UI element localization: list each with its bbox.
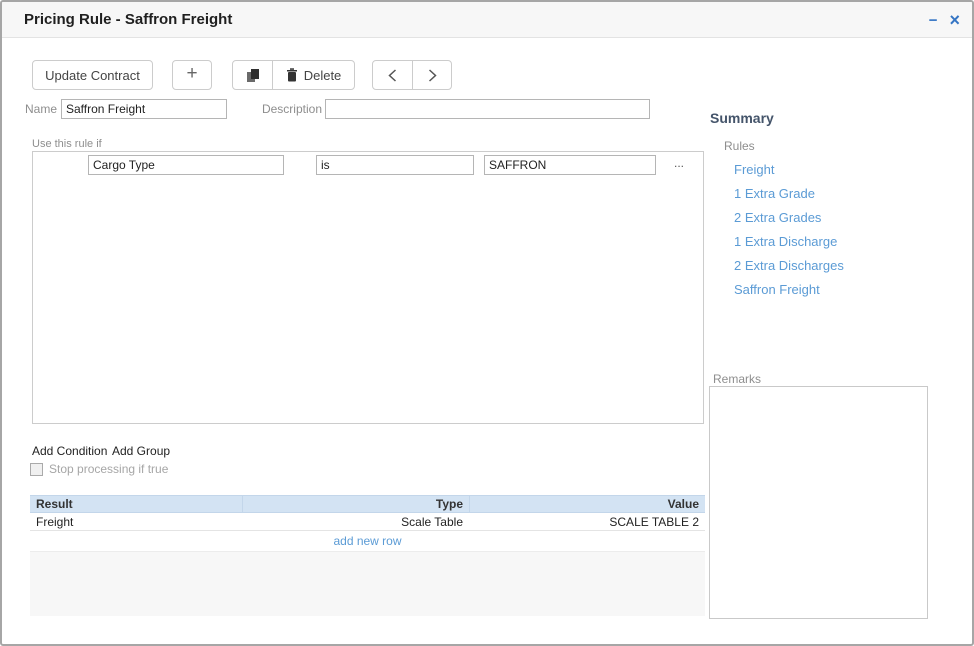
rule-link[interactable]: Saffron Freight <box>734 282 820 297</box>
results-table: Result Type Value Freight Scale Table SC… <box>30 495 705 616</box>
rule-link[interactable]: Freight <box>734 162 774 177</box>
name-label: Name <box>22 102 57 116</box>
copy-icon <box>246 68 260 83</box>
add-group-link[interactable]: Add Group <box>112 444 170 458</box>
pricing-rule-window: Pricing Rule - Saffron Freight − × Updat… <box>0 0 974 646</box>
stop-processing-label: Stop processing if true <box>49 462 168 476</box>
rules-label: Rules <box>724 139 755 153</box>
value-cell: SCALE TABLE 2 <box>469 513 705 530</box>
plus-icon: + <box>186 63 197 85</box>
previous-record-button[interactable] <box>373 61 412 89</box>
remarks-label: Remarks <box>713 372 761 386</box>
update-contract-button[interactable]: Update Contract <box>32 60 153 90</box>
type-cell: Scale Table <box>242 513 469 530</box>
copy-delete-button-group: Delete <box>232 60 355 90</box>
results-header-type: Type <box>242 496 469 512</box>
condition-operator-input[interactable] <box>316 155 474 175</box>
rule-link[interactable]: 2 Extra Grades <box>734 210 821 225</box>
minimize-button[interactable]: − <box>929 13 938 28</box>
delete-button[interactable]: Delete <box>272 61 354 89</box>
name-input[interactable] <box>61 99 227 119</box>
remarks-textarea[interactable] <box>709 386 928 619</box>
use-this-rule-if-label: Use this rule if <box>32 138 102 150</box>
condition-value-input[interactable] <box>484 155 656 175</box>
results-header-value: Value <box>469 496 705 512</box>
result-row[interactable]: Freight Scale Table SCALE TABLE 2 <box>30 513 705 531</box>
condition-more-button[interactable]: ... <box>665 155 693 175</box>
description-input[interactable] <box>325 99 650 119</box>
rule-link[interactable]: 2 Extra Discharges <box>734 258 844 273</box>
result-cell: Freight <box>30 513 242 530</box>
condition-field-input[interactable] <box>88 155 284 175</box>
add-new-row-link[interactable]: add new row <box>30 531 705 552</box>
rule-link[interactable]: 1 Extra Grade <box>734 186 815 201</box>
results-header-result: Result <box>30 496 242 512</box>
window-title: Pricing Rule - Saffron Freight <box>24 2 232 38</box>
trash-icon <box>286 68 298 82</box>
rule-link[interactable]: 1 Extra Discharge <box>734 234 837 249</box>
add-rule-button[interactable]: + <box>172 60 212 90</box>
copy-button[interactable] <box>233 61 272 89</box>
update-contract-label: Update Contract <box>45 68 140 83</box>
record-nav-button-group <box>372 60 452 90</box>
condition-builder-box: ... <box>32 151 704 424</box>
chevron-left-icon <box>388 69 397 82</box>
delete-label: Delete <box>304 68 342 83</box>
next-record-button[interactable] <box>412 61 451 89</box>
chevron-right-icon <box>428 69 437 82</box>
close-button[interactable]: × <box>949 11 960 29</box>
results-header-row: Result Type Value <box>30 495 705 513</box>
title-bar[interactable]: Pricing Rule - Saffron Freight − × <box>2 2 972 38</box>
summary-title: Summary <box>710 110 774 126</box>
stop-processing-checkbox[interactable] <box>30 463 43 476</box>
window-controls: − × <box>929 2 960 38</box>
add-condition-link[interactable]: Add Condition <box>32 444 107 458</box>
description-label: Description <box>242 102 322 116</box>
